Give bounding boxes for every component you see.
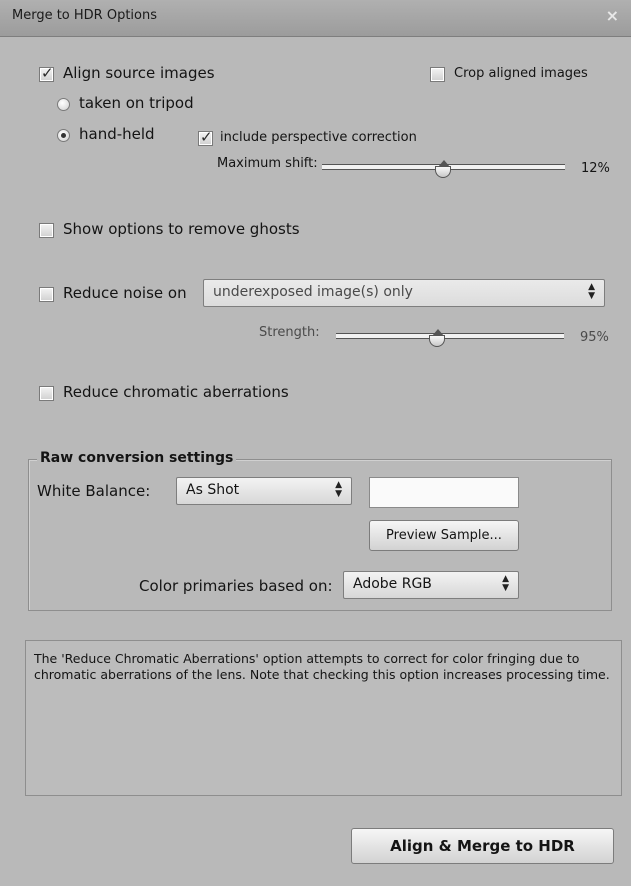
checkmark-icon: ✓ [41, 64, 54, 82]
white-balance-input[interactable] [369, 477, 519, 508]
perspective-correction-checkbox[interactable]: ✓ [198, 128, 213, 146]
window-title: Merge to HDR Options [12, 8, 158, 23]
white-balance-select[interactable]: As Shot ▲ ▼ [176, 477, 352, 505]
strength-label: Strength: [259, 325, 320, 340]
close-icon[interactable]: × [606, 6, 619, 25]
align-source-checkbox[interactable]: ✓ [39, 64, 54, 82]
chromatic-aberrations-label: Reduce chromatic aberrations [63, 383, 289, 401]
checkmark-icon: ✓ [200, 128, 213, 146]
chromatic-aberrations-checkbox[interactable] [39, 386, 54, 401]
remove-ghosts-checkbox[interactable] [39, 223, 54, 238]
max-shift-value: 12% [581, 161, 610, 176]
white-balance-value: As Shot [186, 482, 240, 498]
white-balance-label: White Balance: [37, 482, 151, 500]
select-arrows-icon: ▲ ▼ [588, 282, 595, 301]
color-primaries-value: Adobe RGB [353, 576, 432, 592]
noise-target-value: underexposed image(s) only [213, 284, 413, 300]
color-primaries-select[interactable]: Adobe RGB ▲ ▼ [343, 571, 519, 599]
perspective-correction-label: include perspective correction [220, 130, 417, 145]
thumb-body [435, 166, 452, 178]
tripod-radio[interactable] [57, 98, 70, 111]
reduce-noise-checkbox[interactable] [39, 287, 54, 302]
title-bar: Merge to HDR Options × [0, 0, 631, 37]
description-text: The 'Reduce Chromatic Aberrations' optio… [34, 651, 610, 682]
radio-selected-dot [61, 133, 66, 138]
raw-conversion-legend: Raw conversion settings [37, 450, 237, 466]
select-arrows-icon: ▲ ▼ [335, 480, 342, 499]
tripod-label: taken on tripod [79, 94, 194, 112]
preview-sample-button[interactable]: Preview Sample... [369, 520, 519, 551]
select-arrows-icon: ▲ ▼ [502, 574, 509, 593]
crop-aligned-label: Crop aligned images [454, 66, 588, 81]
align-merge-hdr-button[interactable]: Align & Merge to HDR [351, 828, 614, 864]
remove-ghosts-label: Show options to remove ghosts [63, 220, 300, 238]
noise-target-select[interactable]: underexposed image(s) only ▲ ▼ [203, 279, 605, 307]
reduce-noise-label: Reduce noise on [63, 284, 187, 302]
max-shift-label: Maximum shift: [217, 156, 318, 171]
align-source-label: Align source images [63, 64, 215, 82]
strength-slider[interactable] [336, 333, 564, 339]
description-box: The 'Reduce Chromatic Aberrations' optio… [25, 640, 622, 796]
crop-aligned-checkbox[interactable] [430, 67, 445, 82]
handheld-radio[interactable] [57, 129, 70, 142]
thumb-body [429, 335, 446, 347]
color-primaries-label: Color primaries based on: [139, 577, 333, 595]
strength-value: 95% [580, 330, 609, 345]
handheld-label: hand-held [79, 125, 155, 143]
